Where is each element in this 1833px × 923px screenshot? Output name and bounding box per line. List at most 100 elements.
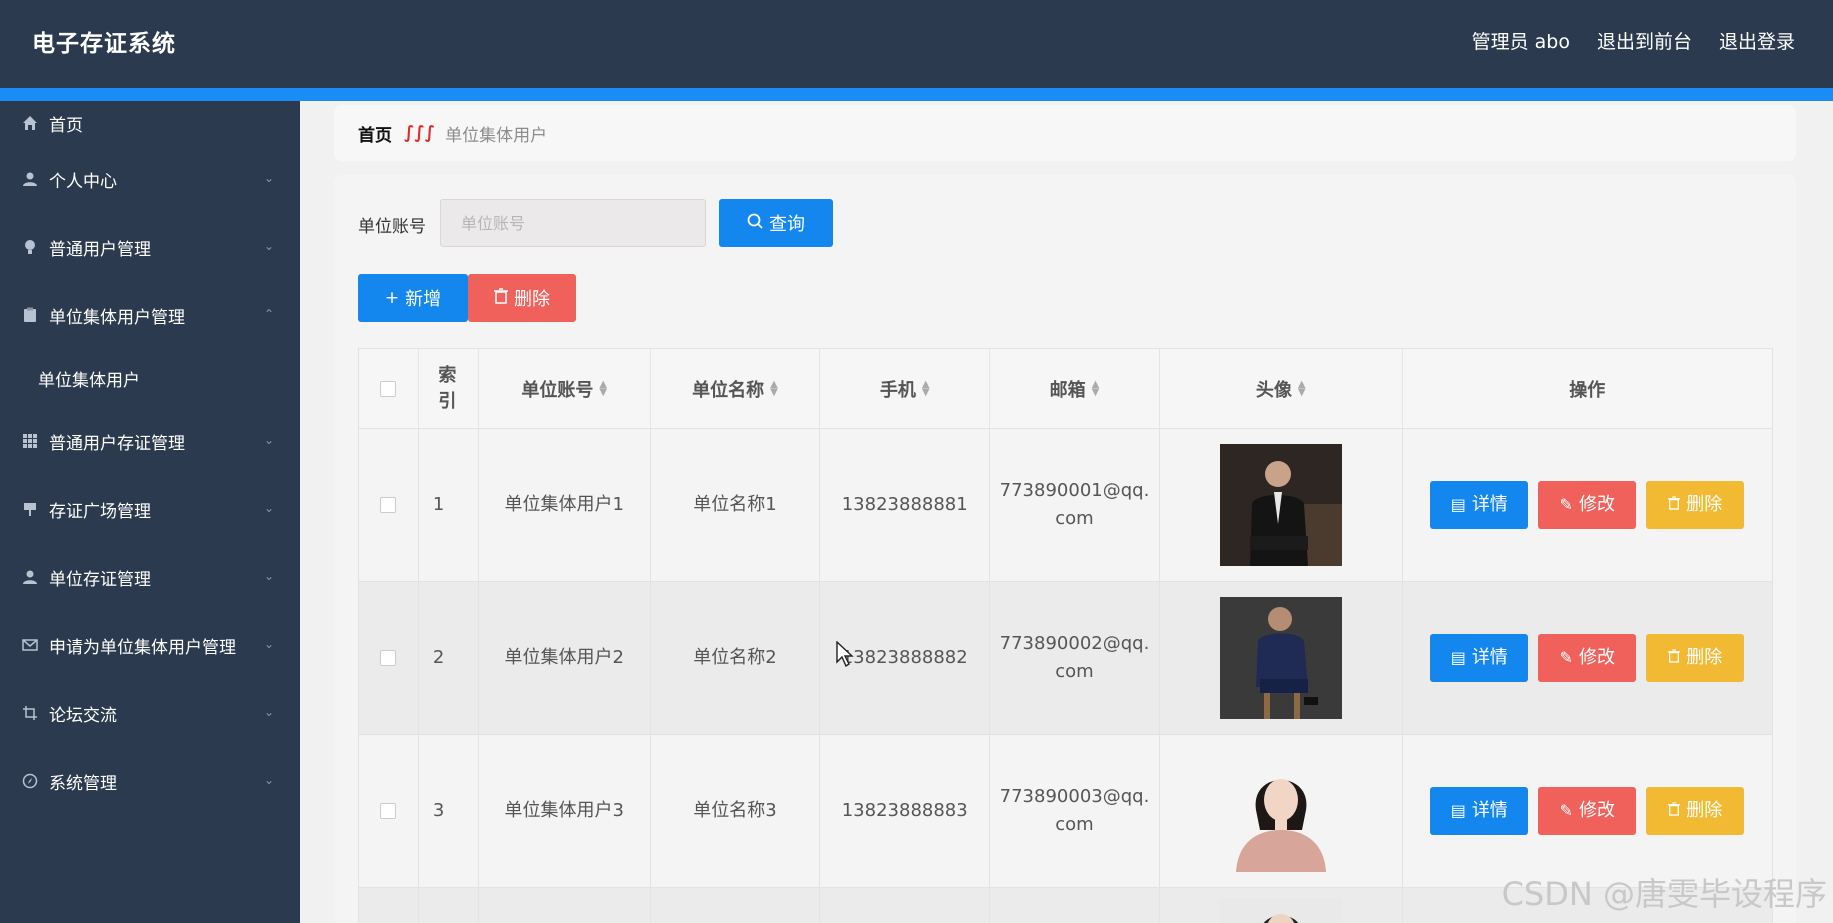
header-email[interactable]: 邮箱 ▲ ▼ [990,349,1160,428]
crop-icon [20,703,40,723]
row-email-line2: com [1055,814,1094,835]
select-all-checkbox[interactable] [380,380,397,397]
chevron-up-icon: ⌃ [263,307,274,321]
header-avatar[interactable]: 头像 ▲ ▼ [1160,349,1403,428]
query-button[interactable]: 查询 [719,199,833,247]
header-name-label: 单位名称 [692,379,765,401]
batch-delete-button[interactable]: 删除 [468,274,576,322]
sort-icon: ▲ ▼ [921,378,930,398]
edit-button-label: 修改 [1578,647,1615,668]
row-email-line2: com [1055,508,1094,529]
edit-button[interactable]: ✎ 修改 [1538,634,1637,682]
delete-button-label: 删除 [1686,494,1723,515]
user-icon [20,567,40,587]
row-checkbox[interactable] [380,803,397,819]
edit-button-label: 修改 [1578,800,1615,821]
sidebar-item-system-management[interactable]: 系统管理 ⌄ [0,747,300,815]
row-email: 773890002@qq. com [990,582,1160,734]
user-icon [20,169,40,189]
row-phone: 13823888883 [820,735,991,887]
mail-icon [20,635,40,655]
sidebar-item-apply-org-user-management[interactable]: 申请为单位集体用户管理 ⌄ [0,611,300,679]
row-email: 773890001@qq. com [990,429,1160,581]
row-index: 1 [419,429,479,581]
detail-button[interactable]: ▤ 详情 [1430,481,1529,529]
delete-button[interactable]: 删除 [1646,481,1745,529]
chevron-down-icon: ⌄ [263,171,274,185]
sidebar-item-forum[interactable]: 论坛交流 ⌄ [0,679,300,747]
row-index: 3 [419,735,479,887]
search-icon [747,213,763,234]
breadcrumb-home[interactable]: 首页 [358,121,392,146]
header-operations-label: 操作 [1569,379,1606,401]
row-name-cell [651,888,821,923]
header-phone[interactable]: 手机 ▲ ▼ [820,349,991,428]
row-index-cell [419,888,479,923]
row-name: 单位名称3 [651,735,821,887]
sidebar-item-label: 论坛交流 [49,705,117,726]
row-checkbox[interactable] [380,650,397,666]
clipboard-icon [20,305,40,325]
org-account-search-input[interactable] [440,199,706,247]
trash-icon [1668,797,1681,825]
sidebar-item-normal-user-management[interactable]: 普通用户管理 ⌄ [0,213,300,281]
sidebar-item-org-user-management[interactable]: 单位集体用户管理 ⌃ [0,281,300,349]
avatar[interactable] [1219,444,1342,566]
add-button-label: 新增 [405,289,442,310]
chevron-down-icon: ⌄ [263,433,274,447]
pencil-icon: ✎ [1559,801,1573,820]
table-row: 1 单位集体用户1 单位名称1 13823888881 773890001@qq… [359,429,1772,582]
exit-to-frontend-link[interactable]: 退出到前台 [1597,27,1692,54]
table-row: 2 单位集体用户2 单位名称2 13823888882 773890002@qq… [359,582,1772,735]
query-button-label: 查询 [769,214,805,235]
row-select-cell [359,735,419,887]
sidebar-item-label: 普通用户存证管理 [49,433,185,454]
trash-icon [494,287,508,309]
sort-icon: ▲ ▼ [599,378,608,398]
edit-button[interactable]: ✎ 修改 [1538,787,1637,835]
row-checkbox[interactable] [380,497,397,513]
table-row: 3 单位集体用户3 单位名称3 13823888883 773890003@qq… [359,735,1772,888]
detail-button-label: 详情 [1471,494,1508,515]
row-avatar-cell [1160,735,1403,887]
delete-button-label: 删除 [1686,647,1723,668]
sort-icon: ▲ ▼ [770,378,778,398]
sidebar-item-org-evidence-management[interactable]: 单位存证管理 ⌄ [0,543,300,611]
edit-button[interactable]: ✎ 修改 [1538,481,1637,529]
sidebar-item-evidence-square-management[interactable]: 存证广场管理 ⌄ [0,475,300,543]
detail-button[interactable]: ▤ 详情 [1430,634,1529,682]
row-email-line1: 773890001@qq. [999,480,1150,501]
row-operations: ▤ 详情 ✎ 修改 删除 [1403,735,1772,887]
header-name[interactable]: 单位名称 ▲ ▼ [651,349,821,428]
sidebar-item-home[interactable]: 首页 [0,101,300,145]
sidebar-subitem-org-users[interactable]: 单位集体用户 [0,349,300,407]
header-account[interactable]: 单位账号 ▲ ▼ [479,349,651,428]
sidebar: 首页 个人中心 ⌄ 普通用户管理 ⌄ 单位集体用户管理 ⌃ 单位集体用户 普通用… [0,101,300,923]
avatar[interactable] [1219,750,1342,872]
sidebar-item-label: 单位存证管理 [49,569,151,590]
chevron-down-icon: ⌄ [263,239,274,253]
row-email-line1: 773890003@qq. [999,786,1150,807]
avatar[interactable] [1219,898,1342,923]
admin-user-label[interactable]: 管理员 abo [1472,27,1570,54]
sidebar-item-personal-center[interactable]: 个人中心 ⌄ [0,145,300,213]
row-phone: 13823888881 [820,429,991,581]
delete-button[interactable]: 删除 [1646,787,1745,835]
app-brand-title: 电子存证系统 [32,31,176,57]
avatar[interactable] [1219,597,1342,719]
chevron-down-icon: ⌄ [263,773,274,787]
detail-button-label: 详情 [1471,800,1508,821]
delete-button[interactable]: 删除 [1646,634,1745,682]
document-icon: ▤ [1450,495,1466,514]
row-name: 单位名称2 [651,582,821,734]
trash-icon [1668,644,1681,672]
header-index: 索引 [419,349,479,428]
chevron-down-icon: ⌄ [263,501,274,515]
sidebar-item-label: 个人中心 [49,171,117,192]
grid-icon [20,431,40,451]
logout-link[interactable]: 退出登录 [1719,27,1795,54]
add-button[interactable]: + 新增 [358,274,468,322]
sidebar-item-normal-evidence-management[interactable]: 普通用户存证管理 ⌄ [0,407,300,475]
flag-icon [20,499,40,519]
detail-button[interactable]: ▤ 详情 [1430,787,1529,835]
